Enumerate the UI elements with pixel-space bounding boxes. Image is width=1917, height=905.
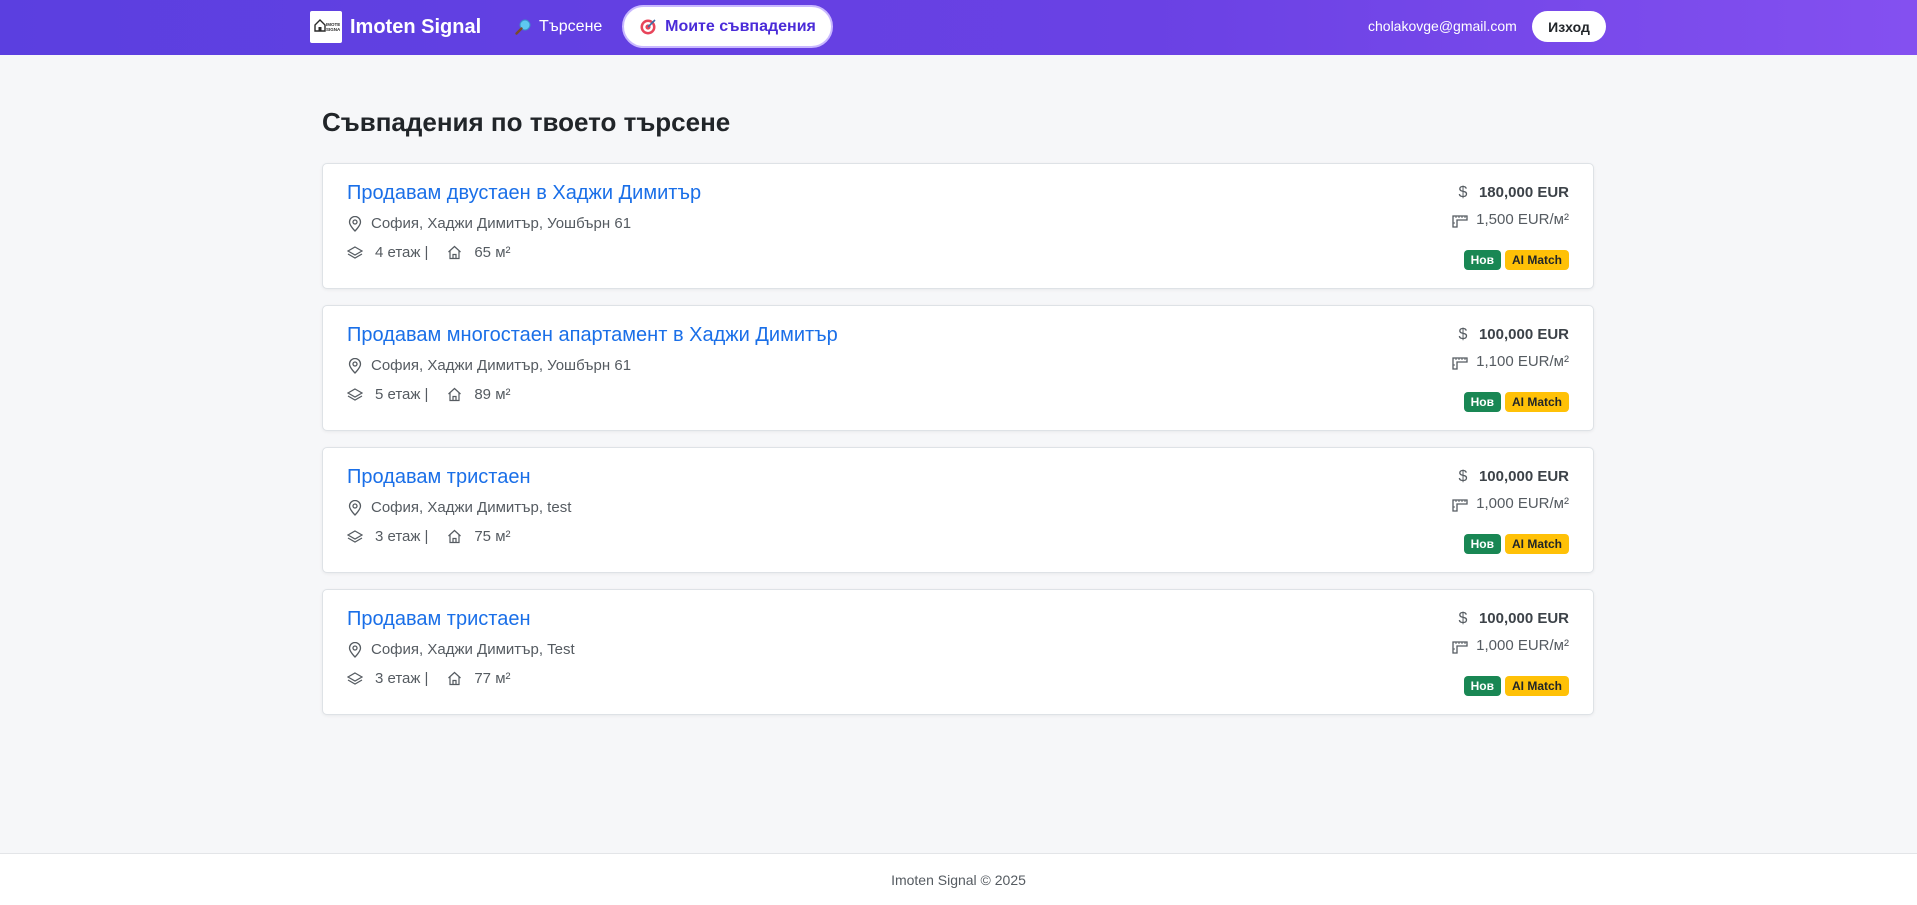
listing-meta: 5 етаж | 89 м² — [347, 386, 511, 403]
listing-badges: Нов AI Match — [1463, 392, 1569, 412]
listing-price-per-sqm-value: 1,000 EUR/м² — [1476, 637, 1569, 654]
brand-name[interactable]: Imoten Signal — [350, 16, 481, 39]
listing-title-link[interactable]: Продавам двустаен в Хаджи Димитър — [347, 182, 701, 205]
brand-logo: IMOTEN SIGNAL — [310, 11, 342, 43]
dollar-icon: $ — [1458, 183, 1468, 201]
meta-separator: | — [424, 670, 429, 687]
listing-floor: 3 етаж — [375, 670, 421, 687]
layers-icon — [347, 387, 363, 403]
listing-price-value: 100,000 EUR — [1478, 468, 1569, 485]
nav-my-matches-label: Моите съвпадения — [665, 17, 816, 35]
nav-search-link[interactable]: Търсене — [514, 14, 602, 40]
location-pin-icon — [347, 641, 363, 658]
house-logo-icon: IMOTEN SIGNAL — [314, 19, 340, 32]
ruler-icon — [1452, 354, 1468, 370]
meta-separator: | — [424, 386, 429, 403]
listing-price-value: 180,000 EUR — [1478, 184, 1569, 201]
dollar-icon: $ — [1458, 467, 1468, 485]
listing-card: Продавам тристаен София, Хаджи Димитър, … — [322, 589, 1594, 715]
listing-address-text: София, Хаджи Димитър, Уошбърн 61 — [371, 215, 632, 232]
listing-floor: 3 етаж — [375, 528, 421, 545]
house-icon — [446, 529, 462, 545]
location-pin-icon — [347, 357, 363, 374]
badge-ai-match: AI Match — [1504, 250, 1569, 270]
magnifier-icon — [514, 18, 532, 36]
listing-title-link[interactable]: Продавам многостаен апартамент в Хаджи Д… — [347, 324, 838, 347]
dollar-icon: $ — [1458, 609, 1468, 627]
layers-icon — [347, 245, 363, 261]
listing-price: $ 180,000 EUR — [1455, 183, 1569, 202]
footer: Imoten Signal © 2025 — [0, 853, 1917, 905]
brand[interactable]: IMOTEN SIGNAL Imoten Signal — [310, 11, 481, 43]
listing-card: Продавам многостаен апартамент в Хаджи Д… — [322, 305, 1594, 431]
badge-ai-match: AI Match — [1504, 534, 1569, 554]
badge-new: Нов — [1463, 676, 1501, 696]
listing-title-link[interactable]: Продавам тристаен — [347, 466, 531, 489]
house-icon — [446, 671, 462, 687]
listing-price-per-sqm-value: 1,000 EUR/м² — [1476, 495, 1569, 512]
listing-address: София, Хаджи Димитър, test — [347, 499, 571, 516]
logout-button[interactable]: Изход — [1532, 11, 1606, 42]
ruler-icon — [1452, 212, 1468, 228]
listing-meta: 3 етаж | 77 м² — [347, 670, 511, 687]
listing-price: $ 100,000 EUR — [1455, 467, 1569, 486]
listing-card: Продавам двустаен в Хаджи Димитър София,… — [322, 163, 1594, 289]
top-navbar: IMOTEN SIGNAL Imoten Signal Търсене Моит… — [0, 0, 1917, 55]
ruler-icon — [1452, 638, 1468, 654]
layers-icon — [347, 671, 363, 687]
listing-price-per-sqm: 1,000 EUR/м² — [1452, 495, 1569, 512]
listing-floor: 5 етаж — [375, 386, 421, 403]
listing-area: 77 м² — [474, 670, 511, 687]
listing-floor: 4 етаж — [375, 244, 421, 261]
target-icon — [639, 18, 657, 36]
listing-price: $ 100,000 EUR — [1455, 609, 1569, 628]
badge-new: Нов — [1463, 250, 1501, 270]
badge-ai-match: AI Match — [1504, 676, 1569, 696]
listing-price-per-sqm: 1,000 EUR/м² — [1452, 637, 1569, 654]
listing-price-value: 100,000 EUR — [1478, 610, 1569, 627]
listing-address: София, Хаджи Димитър, Уошбърн 61 — [347, 357, 631, 374]
nav-my-matches-tab[interactable]: Моите съвпадения — [622, 5, 833, 48]
location-pin-icon — [347, 215, 363, 232]
listing-area: 89 м² — [474, 386, 511, 403]
meta-separator: | — [424, 244, 429, 261]
listing-address: София, Хаджи Димитър, Test — [347, 641, 575, 658]
logo-wordmark-2: SIGNAL — [326, 27, 340, 32]
listing-price-per-sqm-value: 1,500 EUR/м² — [1476, 211, 1569, 228]
dollar-icon: $ — [1458, 325, 1468, 343]
listing-price-per-sqm-value: 1,100 EUR/м² — [1476, 353, 1569, 370]
listing-price: $ 100,000 EUR — [1455, 325, 1569, 344]
listing-address-text: София, Хаджи Димитър, test — [371, 499, 572, 516]
page-title: Съвпадения по твоето търсене — [322, 107, 731, 137]
badge-new: Нов — [1463, 392, 1501, 412]
meta-separator: | — [424, 528, 429, 545]
listing-card: Продавам тристаен София, Хаджи Димитър, … — [322, 447, 1594, 573]
listing-address-text: София, Хаджи Димитър, Test — [371, 641, 575, 658]
ruler-icon — [1452, 496, 1468, 512]
listing-badges: Нов AI Match — [1463, 676, 1569, 696]
nav-search-label: Търсене — [539, 18, 603, 35]
listing-meta: 3 етаж | 75 м² — [347, 528, 511, 545]
house-icon — [446, 387, 462, 403]
listing-price-per-sqm: 1,100 EUR/м² — [1452, 353, 1569, 370]
listing-badges: Нов AI Match — [1463, 534, 1569, 554]
listing-title-link[interactable]: Продавам тристаен — [347, 608, 531, 631]
footer-text: Imoten Signal © 2025 — [891, 871, 1026, 888]
listing-badges: Нов AI Match — [1463, 250, 1569, 270]
house-icon — [446, 245, 462, 261]
listing-area: 65 м² — [474, 244, 511, 261]
listing-price-value: 100,000 EUR — [1478, 326, 1569, 343]
listing-meta: 4 етаж | 65 м² — [347, 244, 511, 261]
listing-price-per-sqm: 1,500 EUR/м² — [1452, 211, 1569, 228]
badge-ai-match: AI Match — [1504, 392, 1569, 412]
badge-new: Нов — [1463, 534, 1501, 554]
listing-address: София, Хаджи Димитър, Уошбърн 61 — [347, 215, 631, 232]
layers-icon — [347, 529, 363, 545]
listing-area: 75 м² — [474, 528, 511, 545]
location-pin-icon — [347, 499, 363, 516]
user-email: cholakovge@gmail.com — [1368, 18, 1517, 34]
listing-address-text: София, Хаджи Димитър, Уошбърн 61 — [371, 357, 632, 374]
